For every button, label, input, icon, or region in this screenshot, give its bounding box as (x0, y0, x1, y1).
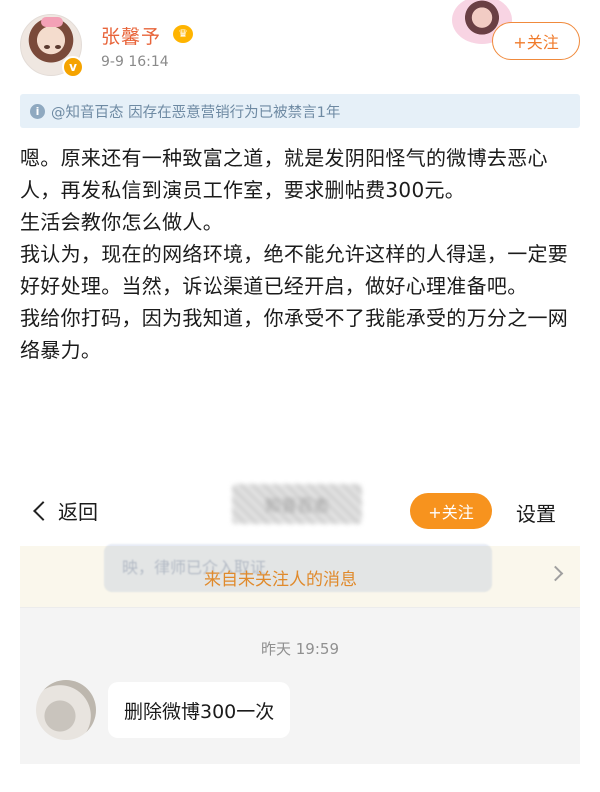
back-label: 返回 (58, 500, 98, 524)
avatar-eye (44, 45, 50, 49)
post-body: 嗯。原来还有一种致富之道，就是发阴阳怪气的微博去恶心人，再发私信到演员工作室，要… (20, 142, 580, 366)
post-paragraph: 生活会教你怎么做人。 (20, 210, 223, 234)
message-bubble: 删除微博300一次 (108, 682, 291, 738)
attached-screenshot[interactable]: 返回 知音百态 +关注 设置 映，律师已介入取证 来自未关注人的消息 昨天 19… (20, 462, 580, 764)
crown-badge-icon: ♛ (173, 25, 193, 43)
follow-button[interactable]: +关注 (492, 22, 580, 60)
ban-notice-bar[interactable]: i @知音百态 因存在恶意营销行为已被禁言1年 (20, 94, 580, 128)
blurred-contact-name: 知音百态 (232, 484, 362, 524)
stranger-message-text: 来自未关注人的消息 (204, 570, 357, 590)
ban-notice-text: @知音百态 因存在恶意营销行为已被禁言1年 (51, 104, 341, 121)
verified-badge-icon: v (62, 56, 84, 78)
sender-avatar (36, 680, 96, 740)
bow-decoration (41, 17, 63, 27)
avatar-eye (55, 45, 61, 49)
back-button: 返回 (33, 496, 98, 525)
chat-follow-button: +关注 (410, 493, 492, 529)
post-paragraph: 我认为，现在的网络环境，绝不能允许这样的人得逞，一定要好好处理。当然，诉讼渠道已… (20, 242, 569, 298)
post-timestamp: 9-9 16:14 (101, 54, 169, 70)
author-username[interactable]: 张馨予 (101, 22, 161, 49)
post-paragraph: 我给你打码，因为我知道，你承受不了我能承受的万分之一网络暴力。 (20, 306, 569, 362)
info-icon: i (30, 103, 45, 119)
author-avatar[interactable]: v (20, 14, 84, 78)
message-timestamp: 昨天 19:59 (261, 640, 339, 658)
settings-label: 设置 (516, 502, 556, 526)
post-paragraph: 嗯。原来还有一种致富之道，就是发阴阳怪气的微博去恶心人，再发私信到演员工作室，要… (20, 146, 548, 202)
chevron-left-icon (33, 500, 53, 521)
